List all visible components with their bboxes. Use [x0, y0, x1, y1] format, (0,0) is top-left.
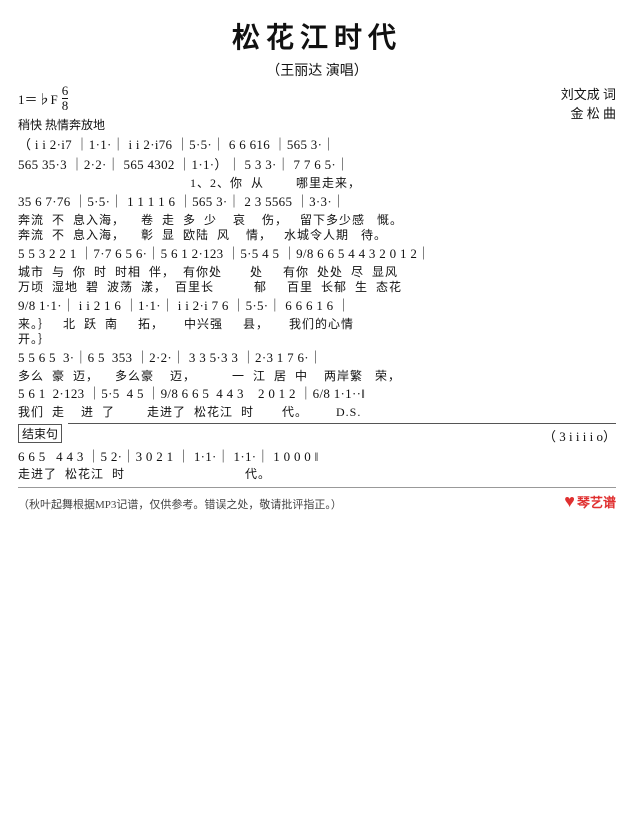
tempo-label: 稍快 热情奔放地 — [18, 116, 105, 133]
logo-text: 琴艺谱 — [577, 492, 616, 511]
music-content: （ i i 2·i7 ｜1·1·｜ i i 2·i76 ｜5·5·｜ 6 6 6… — [18, 135, 616, 483]
notation-line: 5 5 6 5 3·｜6 5 353 ｜2·2·｜ 3 3 5·3 3 ｜2·3… — [18, 348, 616, 369]
lyric-line: 多么 豪 迈， 多么豪 迈， 一 江 居 中 两岸繁 荣， — [18, 369, 616, 385]
lyric-line: 开。｝ — [18, 332, 616, 348]
meta-row: 1＝♭F 6 8 稍快 热情奔放地 刘文成 词 金 松 曲 — [18, 84, 616, 133]
song-title: 松花江时代 — [18, 16, 616, 56]
footer-area: （秋叶起舞根据MP3记谱，仅供参考。错误之处，敬请批评指正。） ♥ 琴艺谱 — [18, 487, 616, 512]
notation-line: 35 6 7·76 ｜5·5·｜ 1 1 1 1 6 ｜565 3·｜ 2 3 … — [18, 192, 616, 213]
notation-line: 9/8 1·1·｜ i i 2 1 6 ｜1·1·｜ i i 2·i 7 6 ｜… — [18, 296, 616, 317]
notation-line: 565 35·3 ｜2·2·｜ 565 4302 ｜1·1·）｜ 5 3 3·｜… — [18, 155, 616, 176]
lyric-line: 万顷 湿地 碧 波荡 漾， 百里长 郁 百里 长郁 生 态花 — [18, 280, 616, 296]
notation-line: （ i i 2·i7 ｜1·1·｜ i i 2·i76 ｜5·5·｜ 6 6 6… — [18, 135, 616, 156]
notation-line: 5 6 1 2·123 ｜5·5 4 5 ｜9/8 6 6 5 4 4 3 2 … — [18, 384, 616, 405]
time-fraction: 6 8 — [62, 84, 69, 114]
lyric-line: 奔流 不 息入海， 彰 显 欧陆 风 情， 水城令人期 待。 — [18, 228, 616, 244]
lyric-line: 1、2、你 从 哪里走来， — [18, 176, 616, 192]
lyric-line: 走进了 松花江 时 代。 — [18, 467, 616, 483]
meta-left: 1＝♭F 6 8 稍快 热情奔放地 — [18, 84, 105, 133]
logo: ♥ 琴艺谱 — [564, 491, 616, 512]
time-signature: 1＝♭F 6 8 — [18, 84, 105, 114]
notation-line: 5 5 3 2 2 1 ｜7·7 6 5 6·｜5 6 1 2·123 ｜5·5… — [18, 244, 616, 265]
section-end-wrapper: 结束句 （ 3 i i i i o） — [18, 423, 616, 445]
lyricist-label: 刘文成 词 — [561, 84, 616, 103]
lyric-line: 城市 与 你 时 时相 伴， 有你处 处 有你 处处 尽 显风 — [18, 265, 616, 281]
logo-heart-icon: ♥ — [564, 491, 575, 512]
key-label: 1＝♭F — [18, 89, 58, 108]
song-subtitle: （王丽达 演唱） — [18, 60, 616, 80]
lyric-line: 奔流 不 息入海， 卷 走 多 少 哀 伤， 留下多少感 慨。 — [18, 213, 616, 229]
meta-right: 刘文成 词 金 松 曲 — [561, 84, 616, 122]
copyright-text: （秋叶起舞根据MP3记谱，仅供参考。错误之处，敬请批评指正。） — [18, 496, 342, 512]
page: 松花江时代 （王丽达 演唱） 1＝♭F 6 8 稍快 热情奔放地 刘文成 词 金… — [0, 0, 634, 825]
section-end-notation: （ 3 i i i i o） — [68, 423, 616, 445]
notation-line: 6 6 5 4 4 3 ｜5 2·｜3 0 2 1 ｜ 1·1·｜ 1·1·｜ … — [18, 447, 616, 468]
lyric-line: 我们 走 进 了 走进了 松花江 时 代。 D.S. — [18, 405, 616, 421]
section-end-label: 结束句 — [18, 424, 62, 443]
composer-label: 金 松 曲 — [570, 103, 616, 122]
lyric-line: 来。｝ 北 跃 南 拓， 中兴强 县， 我们的心情 — [18, 317, 616, 333]
